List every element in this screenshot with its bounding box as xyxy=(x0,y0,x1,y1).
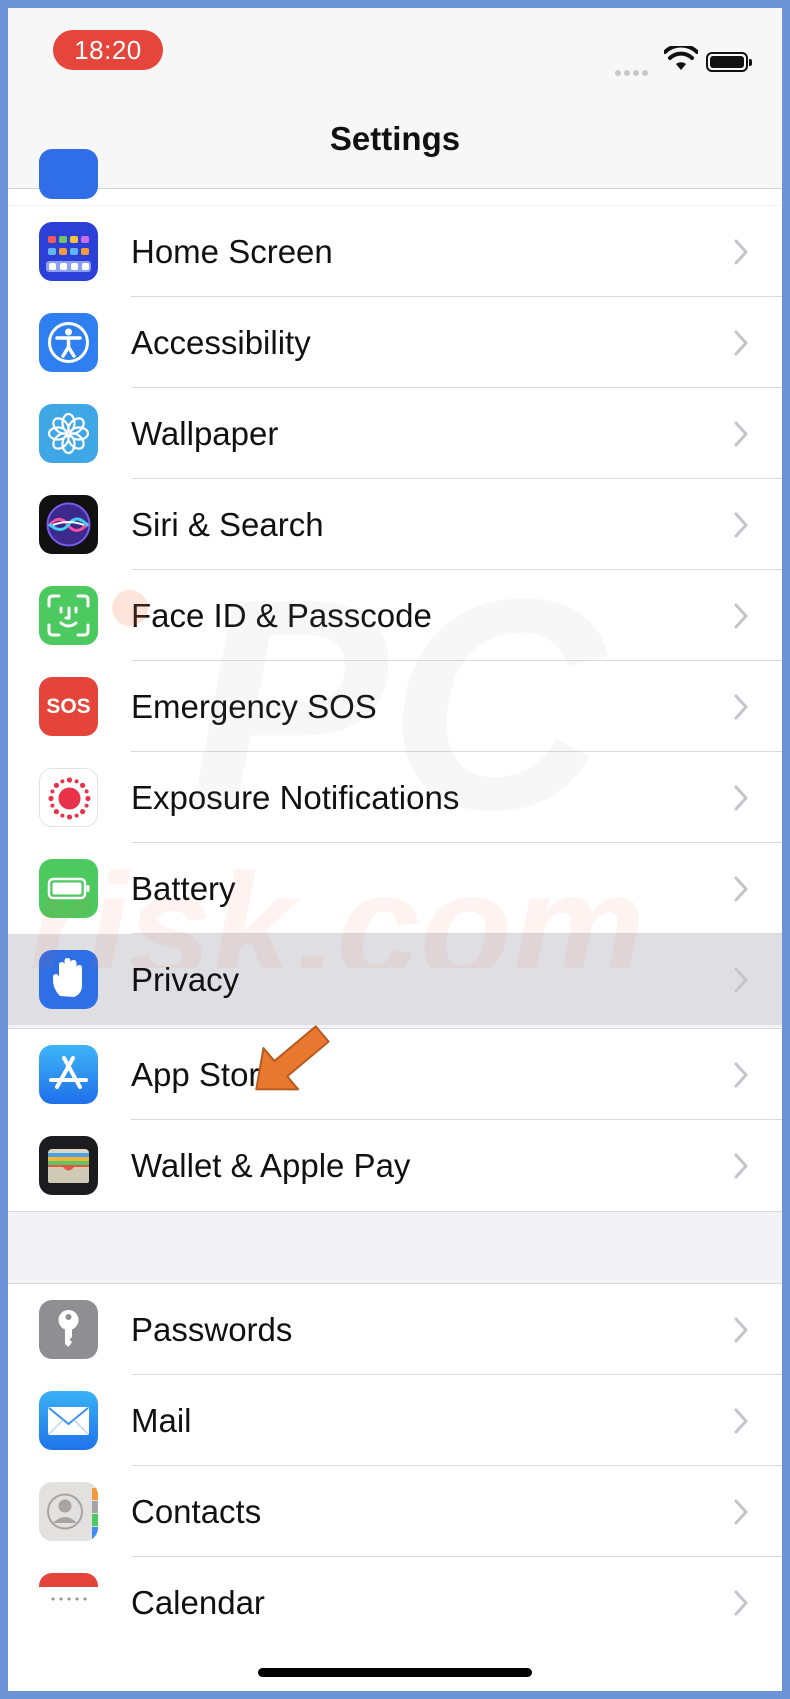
chevron-right-icon xyxy=(734,876,748,902)
chevron-right-icon xyxy=(734,1062,748,1088)
siri-icon xyxy=(39,495,98,554)
chevron-right-icon xyxy=(734,1408,748,1434)
settings-item-siri-search[interactable]: Siri & Search xyxy=(8,479,782,570)
chevron-right-icon xyxy=(734,967,748,993)
settings-group-1: Home Screen Accessibility Wallpaper Siri… xyxy=(8,206,782,1025)
page-title: Settings xyxy=(329,120,461,157)
settings-group-2: App Store Wallet & Apple Pay xyxy=(8,1028,782,1212)
partial-row xyxy=(8,149,782,205)
chevron-right-icon xyxy=(734,512,748,538)
settings-item-label: Accessibility xyxy=(131,324,311,361)
settings-item-label: Face ID & Passcode xyxy=(131,597,432,634)
partial-icon xyxy=(39,149,98,199)
settings-item-label: Siri & Search xyxy=(131,506,324,543)
settings-item-passwords[interactable]: Passwords xyxy=(8,1284,782,1375)
chevron-right-icon xyxy=(734,330,748,356)
sos-icon: SOS xyxy=(39,677,98,736)
battery-status-icon xyxy=(706,52,752,72)
chevron-right-icon xyxy=(734,603,748,629)
settings-item-wallpaper[interactable]: Wallpaper xyxy=(8,388,782,479)
chevron-right-icon xyxy=(734,785,748,811)
settings-item-label: Home Screen xyxy=(131,233,333,270)
chevron-right-icon xyxy=(734,1590,748,1616)
battery-setting-icon xyxy=(39,859,98,918)
settings-item-mail[interactable]: Mail xyxy=(8,1375,782,1466)
chevron-right-icon xyxy=(734,1499,748,1525)
settings-item-face-id[interactable]: Face ID & Passcode xyxy=(8,570,782,661)
settings-item-label: Contacts xyxy=(131,1493,262,1530)
wallet-icon xyxy=(39,1136,98,1195)
settings-item-label: Privacy xyxy=(131,961,240,998)
settings-item-label: Emergency SOS xyxy=(131,688,377,725)
settings-item-accessibility[interactable]: Accessibility xyxy=(8,297,782,388)
face-id-icon xyxy=(39,586,98,645)
settings-item-label: Battery xyxy=(131,870,236,907)
home-indicator[interactable] xyxy=(258,1668,532,1677)
wifi-icon xyxy=(664,46,698,70)
contacts-icon xyxy=(39,1482,98,1541)
chevron-right-icon xyxy=(734,239,748,265)
chevron-right-icon xyxy=(734,1153,748,1179)
settings-item-calendar[interactable]: Calendar xyxy=(8,1557,782,1648)
settings-item-home-screen[interactable]: Home Screen xyxy=(8,206,782,297)
chevron-right-icon xyxy=(734,421,748,447)
status-time: 18:20 xyxy=(53,30,163,70)
settings-group-3: Passwords Mail Contacts Calendar xyxy=(8,1283,782,1691)
key-icon xyxy=(39,1300,98,1359)
sos-icon-text: SOS xyxy=(46,695,91,718)
settings-item-privacy[interactable]: Privacy xyxy=(8,934,782,1025)
privacy-hand-icon xyxy=(39,950,98,1009)
settings-item-label: Passwords xyxy=(131,1311,293,1348)
settings-item-label: Exposure Notifications xyxy=(131,779,460,816)
calendar-icon xyxy=(39,1573,98,1632)
settings-item-label: Calendar xyxy=(131,1584,265,1621)
settings-screen: 18:20 Settings Home Screen Accessibility… xyxy=(8,8,782,1691)
nav-header: 18:20 Settings xyxy=(8,8,782,189)
settings-item-wallet[interactable]: Wallet & Apple Pay xyxy=(8,1120,782,1211)
pointer-arrow-icon xyxy=(255,1025,330,1091)
settings-item-exposure-notifications[interactable]: Exposure Notifications xyxy=(8,752,782,843)
home-screen-icon xyxy=(39,222,98,281)
mail-icon xyxy=(39,1391,98,1450)
settings-item-label: Wallpaper xyxy=(131,415,279,452)
settings-item-battery[interactable]: Battery xyxy=(8,843,782,934)
settings-item-label: Wallet & Apple Pay xyxy=(131,1147,411,1184)
accessibility-icon xyxy=(39,313,98,372)
settings-item-emergency-sos[interactable]: SOS Emergency SOS xyxy=(8,661,782,752)
settings-item-app-store[interactable]: App Store xyxy=(8,1029,782,1120)
settings-item-label: Mail xyxy=(131,1402,192,1439)
cellular-signal-icon xyxy=(615,63,651,81)
wallpaper-icon xyxy=(39,404,98,463)
exposure-notifications-icon xyxy=(39,768,98,827)
app-store-icon xyxy=(39,1045,98,1104)
chevron-right-icon xyxy=(734,1317,748,1343)
settings-item-contacts[interactable]: Contacts xyxy=(8,1466,782,1557)
chevron-right-icon xyxy=(734,694,748,720)
